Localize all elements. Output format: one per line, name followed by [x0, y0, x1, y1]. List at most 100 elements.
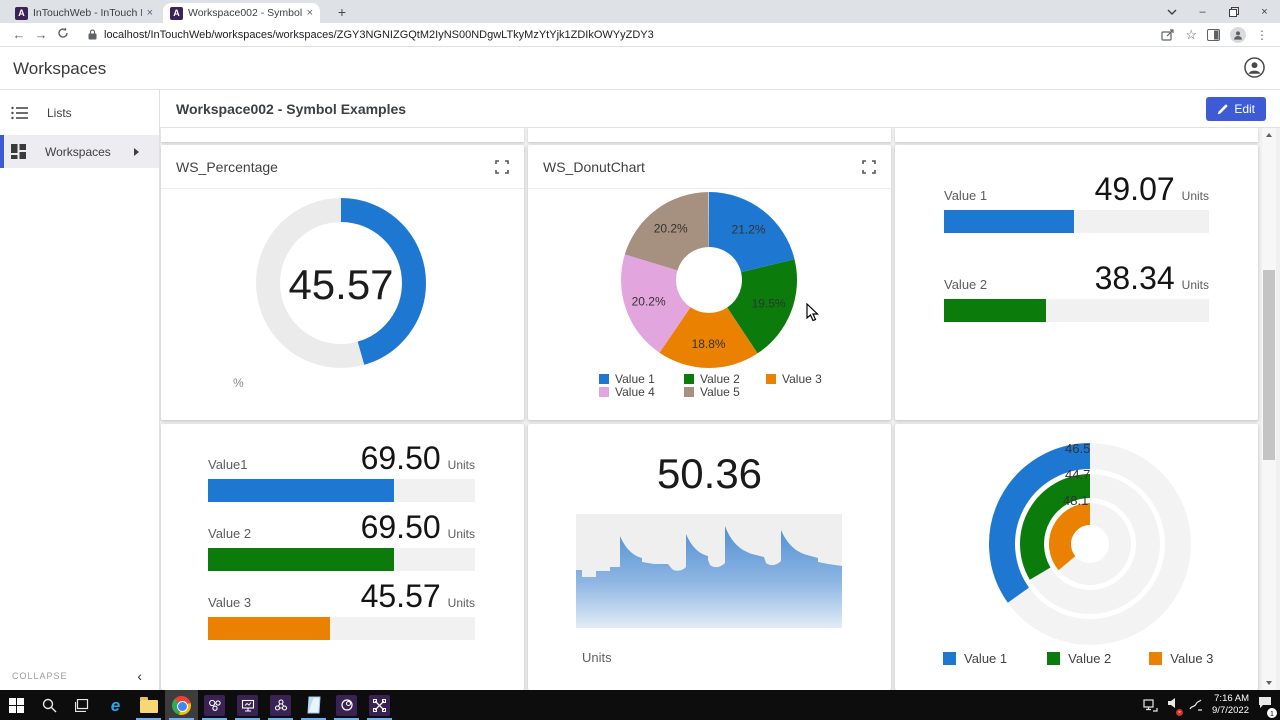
- trend-sparkline: [576, 514, 842, 628]
- volume-muted-icon[interactable]: ×: [1167, 696, 1180, 714]
- radial-arc-3: [1060, 514, 1090, 563]
- aveva-favicon: A: [15, 7, 28, 20]
- taskbar-clock[interactable]: 7:16 AM 9/7/2022: [1212, 693, 1249, 717]
- fullscreen-icon[interactable]: [495, 160, 509, 174]
- system-tray: × 7:16 AM 9/7/2022 1: [1143, 693, 1280, 717]
- percentage-value: 45.57: [249, 261, 433, 309]
- scroll-down-arrow[interactable]: [1266, 681, 1272, 685]
- sidebar-item-lists[interactable]: Lists: [0, 96, 159, 129]
- app-icon-network[interactable]: [264, 690, 297, 720]
- workspace-content: WS_Percentage 45.57 % WS_DonutChart: [160, 128, 1280, 690]
- gauge-value: 69.50: [361, 509, 441, 546]
- legend-item: Value 4: [599, 385, 684, 399]
- bar-fill: [944, 210, 1074, 233]
- address-bar[interactable]: localhost/InTouchWeb/workspaces/workspac…: [80, 26, 1151, 44]
- edit-button[interactable]: Edit: [1206, 97, 1266, 121]
- tab-close-icon[interactable]: ×: [307, 8, 313, 19]
- app-header: Workspaces: [0, 47, 1280, 90]
- legend-item: Value 1: [943, 651, 1007, 666]
- donut-slice-label: 18.8%: [692, 337, 726, 351]
- back-icon[interactable]: ←: [8, 27, 30, 42]
- trend-value: 50.36: [528, 450, 891, 498]
- sidebar-item-workspaces[interactable]: Workspaces: [0, 135, 159, 168]
- legend-item: Value 3: [766, 372, 822, 386]
- sidebar-collapse[interactable]: COLLAPSE ‹: [12, 668, 143, 684]
- pencil-icon: [1217, 104, 1228, 115]
- side-panel-icon[interactable]: [1207, 29, 1220, 41]
- app-icon-intouch[interactable]: [330, 690, 363, 720]
- vertical-scrollbar[interactable]: [1262, 128, 1276, 690]
- account-icon[interactable]: [1244, 57, 1265, 83]
- kebab-menu-icon[interactable]: ⋮: [1256, 28, 1268, 42]
- clock-time: 7:16 AM: [1212, 693, 1249, 705]
- page-title: Workspace002 - Symbol Examples: [176, 90, 406, 128]
- padlock-icon: [88, 29, 97, 40]
- bar-track: [208, 479, 475, 502]
- notification-badge: 1: [1267, 708, 1277, 718]
- new-tab-button[interactable]: +: [332, 3, 352, 23]
- app-icon-system-platform[interactable]: [198, 690, 231, 720]
- legend-swatch: [766, 374, 776, 384]
- legend-item: Value 1: [599, 372, 684, 386]
- gauge-value: 49.07: [1095, 171, 1175, 208]
- legend-item: Value 2: [684, 372, 766, 386]
- action-center-icon[interactable]: 1: [1258, 696, 1272, 714]
- gauge-row: Value 2 38.34 Units: [944, 260, 1209, 322]
- reload-icon[interactable]: [52, 27, 74, 42]
- gauge-label: Value 1: [944, 188, 1095, 203]
- window-controls: – ×: [1156, 0, 1280, 23]
- card-bar-gauges-top: Value 1 49.07 Units Value 2 38.34 Units: [895, 145, 1258, 420]
- gauge-value: 45.57: [361, 578, 441, 615]
- scroll-up-arrow[interactable]: [1266, 133, 1272, 137]
- gauge-value: 38.34: [1095, 260, 1175, 297]
- card-bar-gauges-bottom: Value1 69.50 Units Value 2 69.50 Units: [161, 424, 524, 690]
- browser-tab-workspace002[interactable]: A Workspace002 - Symbol Example ×: [163, 3, 320, 23]
- legend-swatch: [684, 374, 694, 384]
- tab-close-icon[interactable]: ×: [147, 8, 153, 19]
- taskbar-search-icon[interactable]: [33, 690, 66, 720]
- gauge-unit: Units: [448, 458, 475, 472]
- restore-button[interactable]: [1218, 0, 1249, 23]
- bookmark-star-icon[interactable]: ☆: [1185, 27, 1197, 43]
- minimize-button[interactable]: –: [1187, 0, 1218, 23]
- network-icon[interactable]: [1143, 699, 1158, 712]
- page-title-bar: Workspace002 - Symbol Examples Edit: [160, 90, 1280, 128]
- collapse-label: COLLAPSE: [12, 671, 68, 681]
- bar-track: [208, 548, 475, 571]
- legend-swatch: [599, 387, 609, 397]
- bar-fill: [208, 548, 394, 571]
- gauge-unit: Units: [448, 527, 475, 541]
- pen-input-icon[interactable]: [1189, 699, 1203, 711]
- donut-slice-label: 21.2%: [732, 223, 766, 237]
- sidebar-item-label: Lists: [47, 106, 72, 120]
- tab-title: Workspace002 - Symbol Example: [188, 7, 302, 19]
- gauge-row: Value1 69.50 Units: [208, 440, 475, 502]
- card-ws-percentage: WS_Percentage 45.57 %: [161, 145, 524, 420]
- internet-explorer-icon[interactable]: e: [99, 690, 132, 720]
- legend-item: Value 2: [1047, 651, 1111, 666]
- profile-avatar[interactable]: [1230, 27, 1246, 43]
- close-button[interactable]: ×: [1249, 0, 1280, 23]
- gauge-label: Value 3: [208, 595, 361, 610]
- app-icon-notepad[interactable]: [297, 690, 330, 720]
- app-icon-license-manager[interactable]: [363, 690, 396, 720]
- app-icon-operations-control[interactable]: [231, 690, 264, 720]
- browser-tab-intouchweb[interactable]: A InTouchWeb - InTouch Introducti ×: [8, 3, 160, 23]
- sidebar: Lists Workspaces COLLAPSE ‹: [0, 90, 160, 690]
- radial-value-2: 44.7: [1065, 467, 1090, 482]
- tab-search-icon[interactable]: [1156, 0, 1187, 23]
- mouse-cursor: [806, 303, 819, 322]
- fullscreen-icon[interactable]: [862, 160, 876, 174]
- partial-card: [161, 128, 524, 142]
- task-view-icon[interactable]: [66, 690, 99, 720]
- chrome-icon[interactable]: [165, 690, 198, 720]
- file-explorer-icon[interactable]: [132, 690, 165, 720]
- gauge-unit: Units: [448, 596, 475, 610]
- forward-icon[interactable]: →: [30, 27, 52, 42]
- scrollbar-thumb[interactable]: [1263, 270, 1275, 460]
- donut-legend-row-2: Value 4 Value 5: [599, 385, 740, 399]
- donut-slice-label: 20.2%: [632, 294, 666, 308]
- share-icon[interactable]: [1161, 28, 1175, 41]
- toolbar-right-icons: ☆ ⋮: [1161, 27, 1268, 43]
- start-button[interactable]: [0, 690, 33, 720]
